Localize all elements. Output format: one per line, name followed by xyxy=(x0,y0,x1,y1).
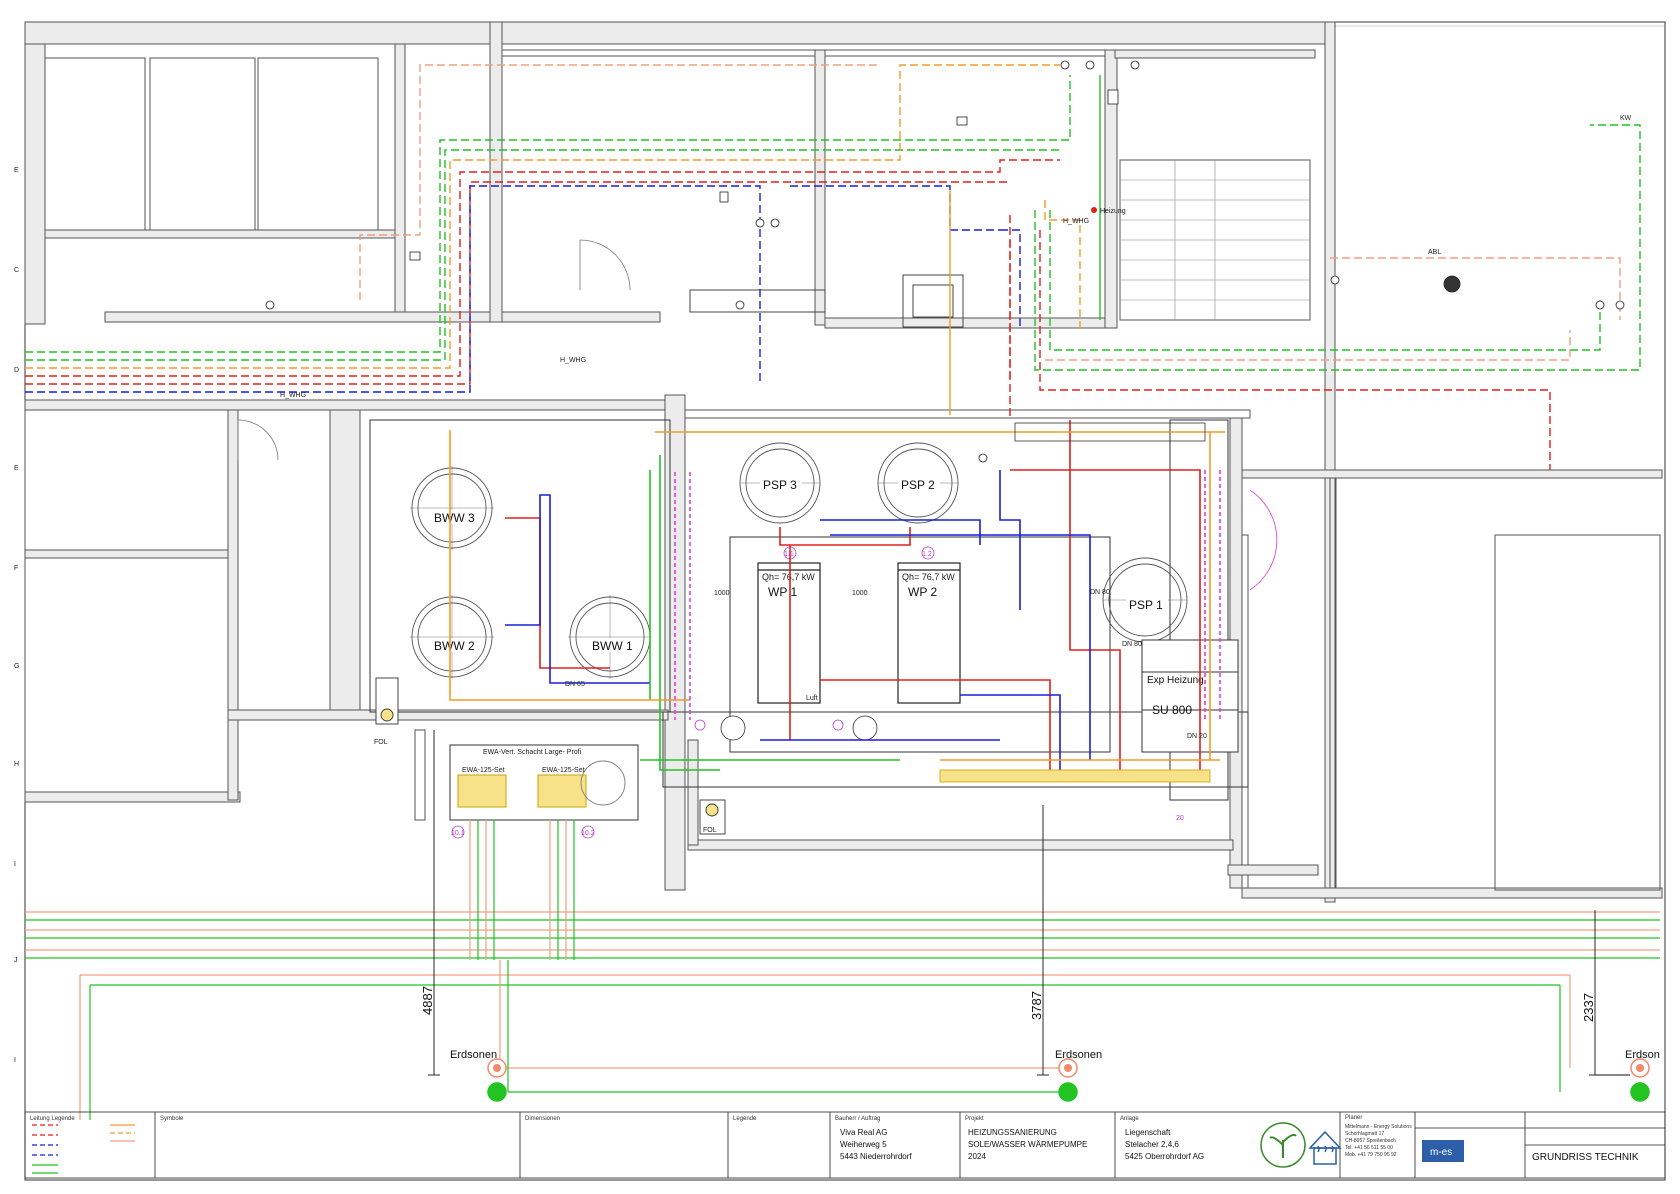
planner-heading: Planer xyxy=(1345,1115,1362,1121)
ewa-125-b: EWA-125-Set xyxy=(542,767,585,774)
legend-line-samples xyxy=(32,1124,135,1174)
notes-heading: Legende xyxy=(733,1116,757,1122)
row-letter: F xyxy=(14,565,18,572)
psp2-label: PSP 2 xyxy=(901,478,935,492)
fol-label-1: FOL xyxy=(374,739,388,746)
site-city: 5425 Oberrohrdorf AG xyxy=(1125,1152,1204,1161)
wp2-power: Qh= 76,7 kW xyxy=(902,572,955,582)
row-letter: G xyxy=(14,663,19,670)
row-letter: C xyxy=(14,267,19,274)
row-letter: I xyxy=(14,1057,16,1064)
label-h-whg-1: H_WHG xyxy=(560,357,586,364)
building-walls xyxy=(24,21,1663,903)
dn80-label-a: DN 80 xyxy=(1090,589,1110,596)
label-h-whg-2: H_WHG xyxy=(280,392,306,399)
wp1-tag: 1.1 xyxy=(784,551,794,558)
wp2-label: WP 2 xyxy=(908,585,937,599)
ewa-tag-circles xyxy=(451,825,595,839)
symbols-heading: Symbole xyxy=(160,1116,184,1122)
wp1-power: Qh= 76,7 kW xyxy=(762,572,815,582)
planner-mob: Mob. +41 79 750 95 92 xyxy=(1345,1152,1397,1158)
wp1-label: WP 1 xyxy=(768,585,797,599)
heat-pumps xyxy=(757,562,961,704)
ewa-schacht-label: EWA-Vert. Schacht Large- Profi xyxy=(483,749,582,756)
wp-tag-circles xyxy=(783,546,935,560)
label-kw: KW xyxy=(1620,115,1632,122)
project-year: 2024 xyxy=(968,1152,986,1161)
label-abl: ABL xyxy=(1428,249,1441,256)
probe-label-3: Erdson xyxy=(1625,1049,1660,1061)
house-logo xyxy=(1308,1130,1342,1165)
row-letter: H xyxy=(14,761,19,768)
row-letter: E xyxy=(14,465,19,472)
legend-heading: Leitung Legende xyxy=(30,1116,75,1122)
dim-2337: 2337 xyxy=(1581,993,1596,1022)
eco-logo xyxy=(1260,1122,1306,1168)
ewa-125-a: EWA-125-Set xyxy=(462,767,505,774)
row-letter-markers: E C D E F G H I J I xyxy=(14,167,19,1064)
tag-20: 20 xyxy=(1176,815,1184,822)
ewa-schacht xyxy=(449,744,639,821)
sheet-border xyxy=(24,21,1666,1181)
site-name: Liegenschaft xyxy=(1125,1128,1171,1137)
client-street: Weiherweg 5 xyxy=(840,1140,887,1149)
label-h-whg-3: H_WHG xyxy=(1063,218,1089,225)
heizung-marker xyxy=(1091,207,1097,213)
dim-4887: 4887 xyxy=(420,986,435,1015)
dim-1000-b: 1000 xyxy=(852,590,868,597)
tag-10-1: 10.1 xyxy=(451,830,465,837)
planner-city: CH-8957 Spreitenbach xyxy=(1345,1138,1396,1144)
psp1-label: PSP 1 xyxy=(1129,598,1163,612)
ground-probes xyxy=(487,1058,1650,1102)
client-city: 5443 Niederrohrdorf xyxy=(840,1152,912,1161)
client-name: Viva Real AG xyxy=(840,1128,887,1137)
probe-label-2: Erdsonen xyxy=(1055,1049,1102,1061)
project-line2: SOLE/WASSER WÄRMEPUMPE xyxy=(968,1140,1087,1149)
planner-name: Mittelmann - Energy Solutions xyxy=(1345,1124,1412,1130)
dim-1000-a: 1000 xyxy=(714,590,730,597)
client-heading: Bauherr / Auftrag xyxy=(835,1116,880,1122)
sheet-title: GRUNDRISS TECHNIK xyxy=(1532,1152,1639,1163)
expansion-vessels xyxy=(694,715,878,741)
row-letter: J xyxy=(14,957,18,964)
planner-street: Schorhlagmatt 17 xyxy=(1345,1131,1384,1137)
su800-label: SU 800 xyxy=(1152,703,1192,717)
tag-10-2: 10.2 xyxy=(581,830,595,837)
project-heading: Projekt xyxy=(965,1116,984,1122)
exp-heizung-label: Exp Heizung xyxy=(1147,675,1204,686)
plan-drawing: E C D E F G H I J I H_WHG H_WHG H_WHG He… xyxy=(14,21,1666,1181)
site-street: Stelacher 2,4,6 xyxy=(1125,1140,1179,1149)
row-letter: D xyxy=(14,367,19,374)
dn65-label: DN 65 xyxy=(565,681,585,688)
wp2-tag: 1.2 xyxy=(922,551,932,558)
dim-3787: 3787 xyxy=(1029,991,1044,1020)
probe-label-1: Erdsonen xyxy=(450,1049,497,1061)
technical-floor-plan-sheet: E C D E F G H I J I H_WHG H_WHG H_WHG He… xyxy=(0,0,1680,1189)
dn80-label-b: DN 80 xyxy=(1122,641,1142,648)
psp3-label: PSP 3 xyxy=(763,478,797,492)
dn20-label: DN 20 xyxy=(1187,733,1207,740)
project-line1: HEIZUNGSSANIERUNG xyxy=(968,1128,1057,1137)
bww3-label: BWW 3 xyxy=(434,511,475,525)
dims-heading: Dimensionen xyxy=(525,1116,560,1122)
probe-field-pipes xyxy=(25,820,1660,1120)
bww1-label: BWW 1 xyxy=(592,639,633,653)
site-heading: Anlage xyxy=(1120,1116,1139,1122)
fol-label-2: FOL xyxy=(703,827,717,834)
label-heizung: Heizung xyxy=(1100,208,1126,215)
planner-tel: Tel. +41 56 511 55 00 xyxy=(1345,1145,1393,1151)
row-letter: I xyxy=(14,861,16,868)
row-letter: E xyxy=(14,167,19,174)
bww2-label: BWW 2 xyxy=(434,639,475,653)
luft-label: Luft xyxy=(806,695,818,702)
mes-logo-text: m-es xyxy=(1430,1147,1452,1158)
